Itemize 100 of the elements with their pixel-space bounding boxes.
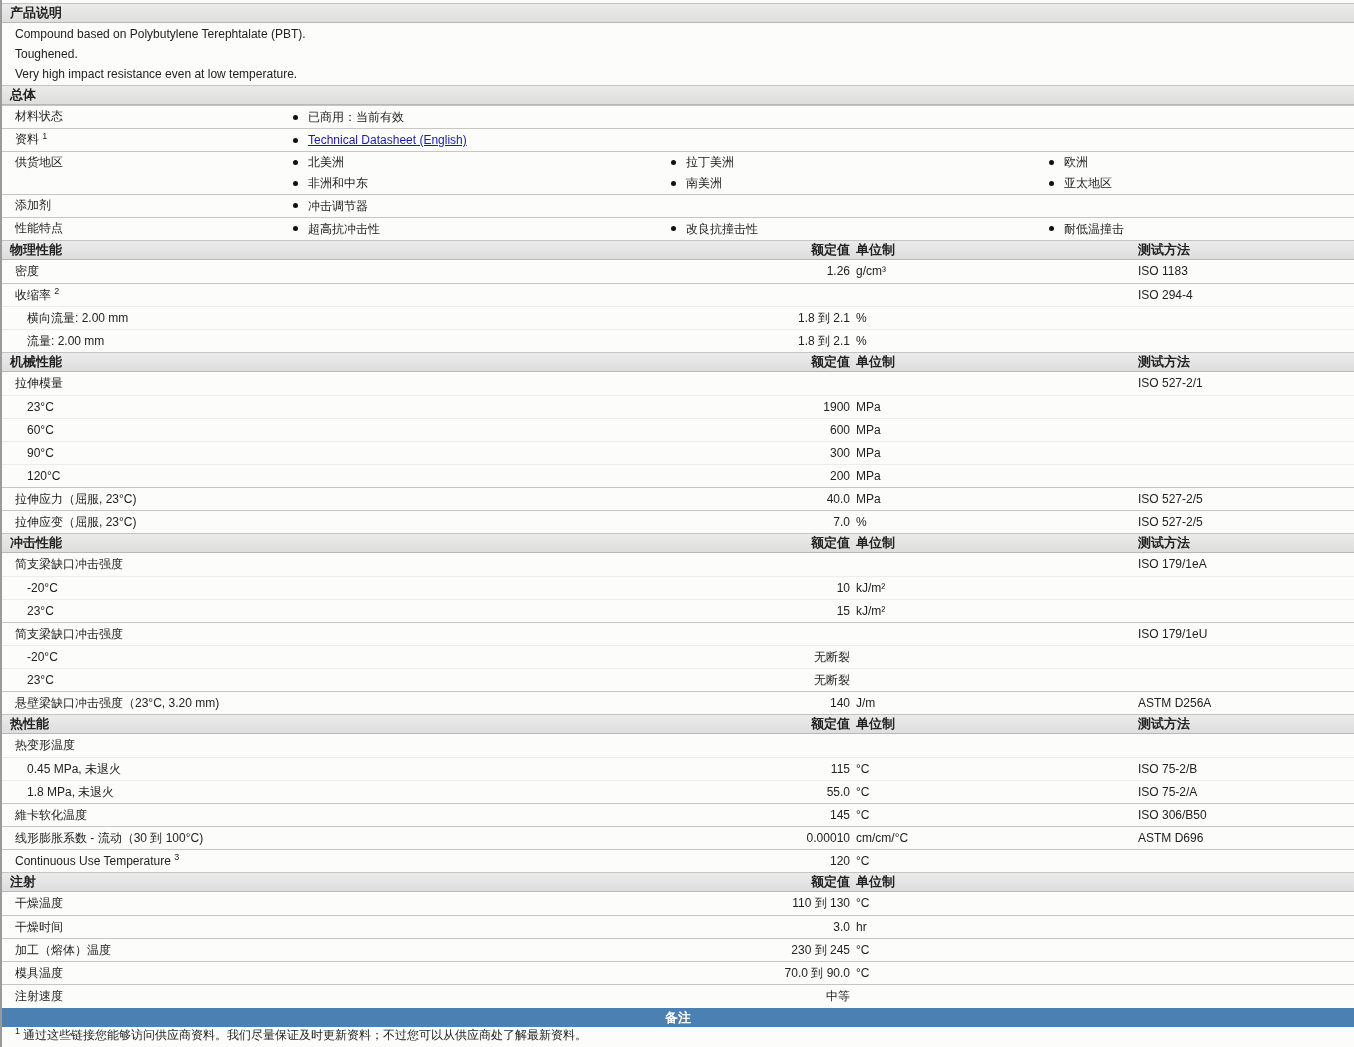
unit-label: g/cm³ [856,264,886,279]
property-label: 60°C [27,422,54,437]
column-header: 测试方法 [1138,535,1190,550]
property-value: 200 [829,468,850,483]
property-value: 1.26 [826,264,850,279]
description-text: Very high impact resistance even at low temperature. [15,66,298,82]
notes-header: 备注 [2,1007,1354,1027]
bullet-icon [293,181,298,187]
property-value: 1900 [823,399,850,414]
property-value: 15 [836,603,850,618]
section-title: 物理性能 [9,242,63,258]
property-label: 干燥温度 [15,896,63,911]
column-header: 额定值 [811,716,850,731]
property-label: 资料 $^{1}$ [15,132,48,146]
unit-label: hr [856,919,867,934]
property-label: 90°C [27,445,54,460]
column-header: 额定值 [811,874,850,889]
property-value: 耐低温撞击 [1064,221,1124,236]
property-value: 145 [829,807,850,822]
property-label: 注射速度 [15,988,63,1003]
property-label: -20°C [27,649,58,664]
property-label: 23°C [27,603,54,618]
unit-label: MPa [856,445,881,460]
datasheet-link[interactable]: Technical Datasheet (English) [308,132,467,148]
bullet-icon [293,114,298,120]
property-value: 无断裂 [814,672,850,687]
test-method: ISO 179/1eA [1138,557,1207,572]
property-label: 流量: 2.00 mm [27,333,105,348]
property-value: 北美洲 [308,155,344,170]
property-label: 简支梁缺口冲击强度 [15,626,123,641]
property-label: 线形膨胀系数 - 流动（30 到 100°C) [15,830,204,845]
unit-label: °C [856,784,870,799]
test-method: ISO 306/B50 [1138,807,1207,822]
property-label: 简支梁缺口冲击强度 [15,557,123,572]
bullet-icon [671,181,676,187]
property-label: Continuous Use Temperature $^{3}$ [15,853,180,868]
bullet-icon [671,159,676,165]
unit-label: MPa [856,399,881,414]
footnote-text: $^{1}$ 通过这些链接您能够访问供应商资料。我们尽量保证及时更新资料；不过您可以从供应商处了解最新资料。 [14,1026,589,1042]
unit-label: °C [856,965,870,980]
property-label: 供货地区 [15,155,63,169]
property-value: 600 [829,422,850,437]
test-method: ISO 527-2/1 [1138,376,1203,391]
test-method: ISO 75-2/A [1138,784,1198,799]
property-label: 收缩率 $^{2}$ [15,287,60,302]
description-text: Compound based on Polybutylene Terephtalate (PBT). [15,26,306,42]
unit-label: % [856,514,867,529]
property-value: 55.0 [826,784,850,799]
property-label: 材料状态 [15,109,63,123]
unit-label: °C [856,896,870,911]
property-value: 7.0 [833,514,850,529]
property-value: 欧洲 [1064,155,1088,170]
property-value: 冲击调节器 [308,198,368,213]
property-value: 超高抗冲击性 [308,221,380,236]
bullet-icon [671,226,676,232]
section-title: 注射 [9,874,37,890]
column-header: 测试方法 [1138,354,1190,369]
unit-label: % [856,333,867,348]
property-label: 23°C [27,399,54,414]
column-header: 额定值 [811,354,850,369]
column-header: 单位制 [856,242,895,257]
unit-label: °C [856,761,870,776]
property-label: 干燥时间 [15,919,63,934]
property-label: 加工（熔体）温度 [15,942,111,957]
property-label: 添加剂 [15,197,51,212]
property-value: 无断裂 [814,649,850,664]
unit-label: MPa [856,491,881,506]
property-label: 拉伸应力（屈服, 23°C) [15,491,137,506]
property-label: 密度 [15,264,39,279]
bullet-icon [293,226,298,232]
property-label: 拉伸模量 [15,376,63,391]
test-method: ISO 294-4 [1138,287,1193,302]
property-value: 亚太地区 [1064,176,1112,191]
property-label: 模具温度 [15,965,63,980]
column-header: 单位制 [856,874,895,889]
section-title: 产品说明 [9,5,63,21]
property-label: 維卡软化温度 [15,807,87,822]
property-value: 改良抗撞击性 [686,221,758,236]
unit-label: kJ/m² [856,580,886,595]
property-value: 非洲和中东 [308,176,368,191]
bullet-icon [293,159,298,165]
property-value: 中等 [826,988,850,1003]
test-method: ISO 1183 [1138,264,1188,279]
test-method: ASTM D696 [1138,830,1204,845]
column-header: 额定值 [811,242,850,257]
section-title: 冲击性能 [9,535,63,551]
property-value: 300 [829,445,850,460]
property-label: 横向流量: 2.00 mm [27,310,129,325]
property-value: 1.8 到 2.1 [797,333,850,348]
property-value: 1.8 到 2.1 [797,310,850,325]
property-value: 40.0 [826,491,850,506]
bullet-icon [1049,181,1054,187]
bullet-icon [293,203,298,209]
column-header: 测试方法 [1138,716,1190,731]
property-label: 悬壁梁缺口冲击强度（23°C, 3.20 mm) [15,695,220,710]
section-title: 总体 [8,87,37,103]
unit-label: °C [856,853,870,868]
property-value: 3.0 [833,919,850,934]
column-header: 单位制 [856,354,895,369]
unit-label: MPa [856,422,881,437]
